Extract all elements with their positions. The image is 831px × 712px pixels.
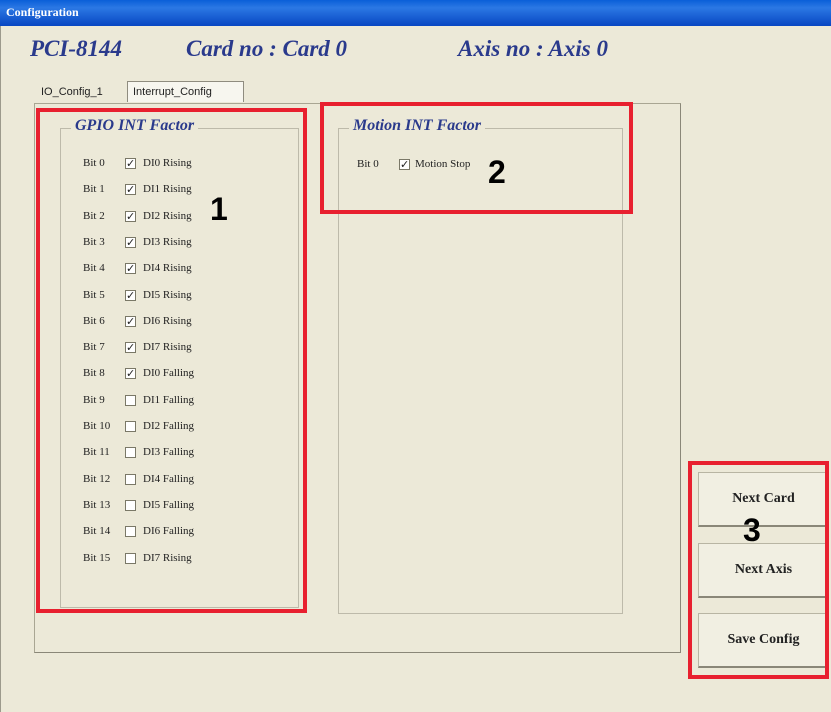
annotation-number-2: 2 xyxy=(488,154,506,190)
highlight-box-3 xyxy=(688,461,829,679)
title-bar: Configuration xyxy=(0,0,831,26)
annotation-number-1: 1 xyxy=(210,191,228,227)
annotation-number-3: 3 xyxy=(743,512,761,548)
highlight-box-1 xyxy=(36,108,307,613)
window-title: Configuration xyxy=(6,5,79,19)
card-model-label: PCI-8144 xyxy=(30,36,122,61)
tab-interrupt-config[interactable]: Interrupt_Config xyxy=(127,81,244,102)
axis-number-label: Axis no : Axis 0 xyxy=(458,36,608,61)
highlight-box-2 xyxy=(320,102,633,214)
card-number-label: Card no : Card 0 xyxy=(186,36,348,61)
tab-io-config-1[interactable]: IO_Config_1 xyxy=(36,82,125,102)
